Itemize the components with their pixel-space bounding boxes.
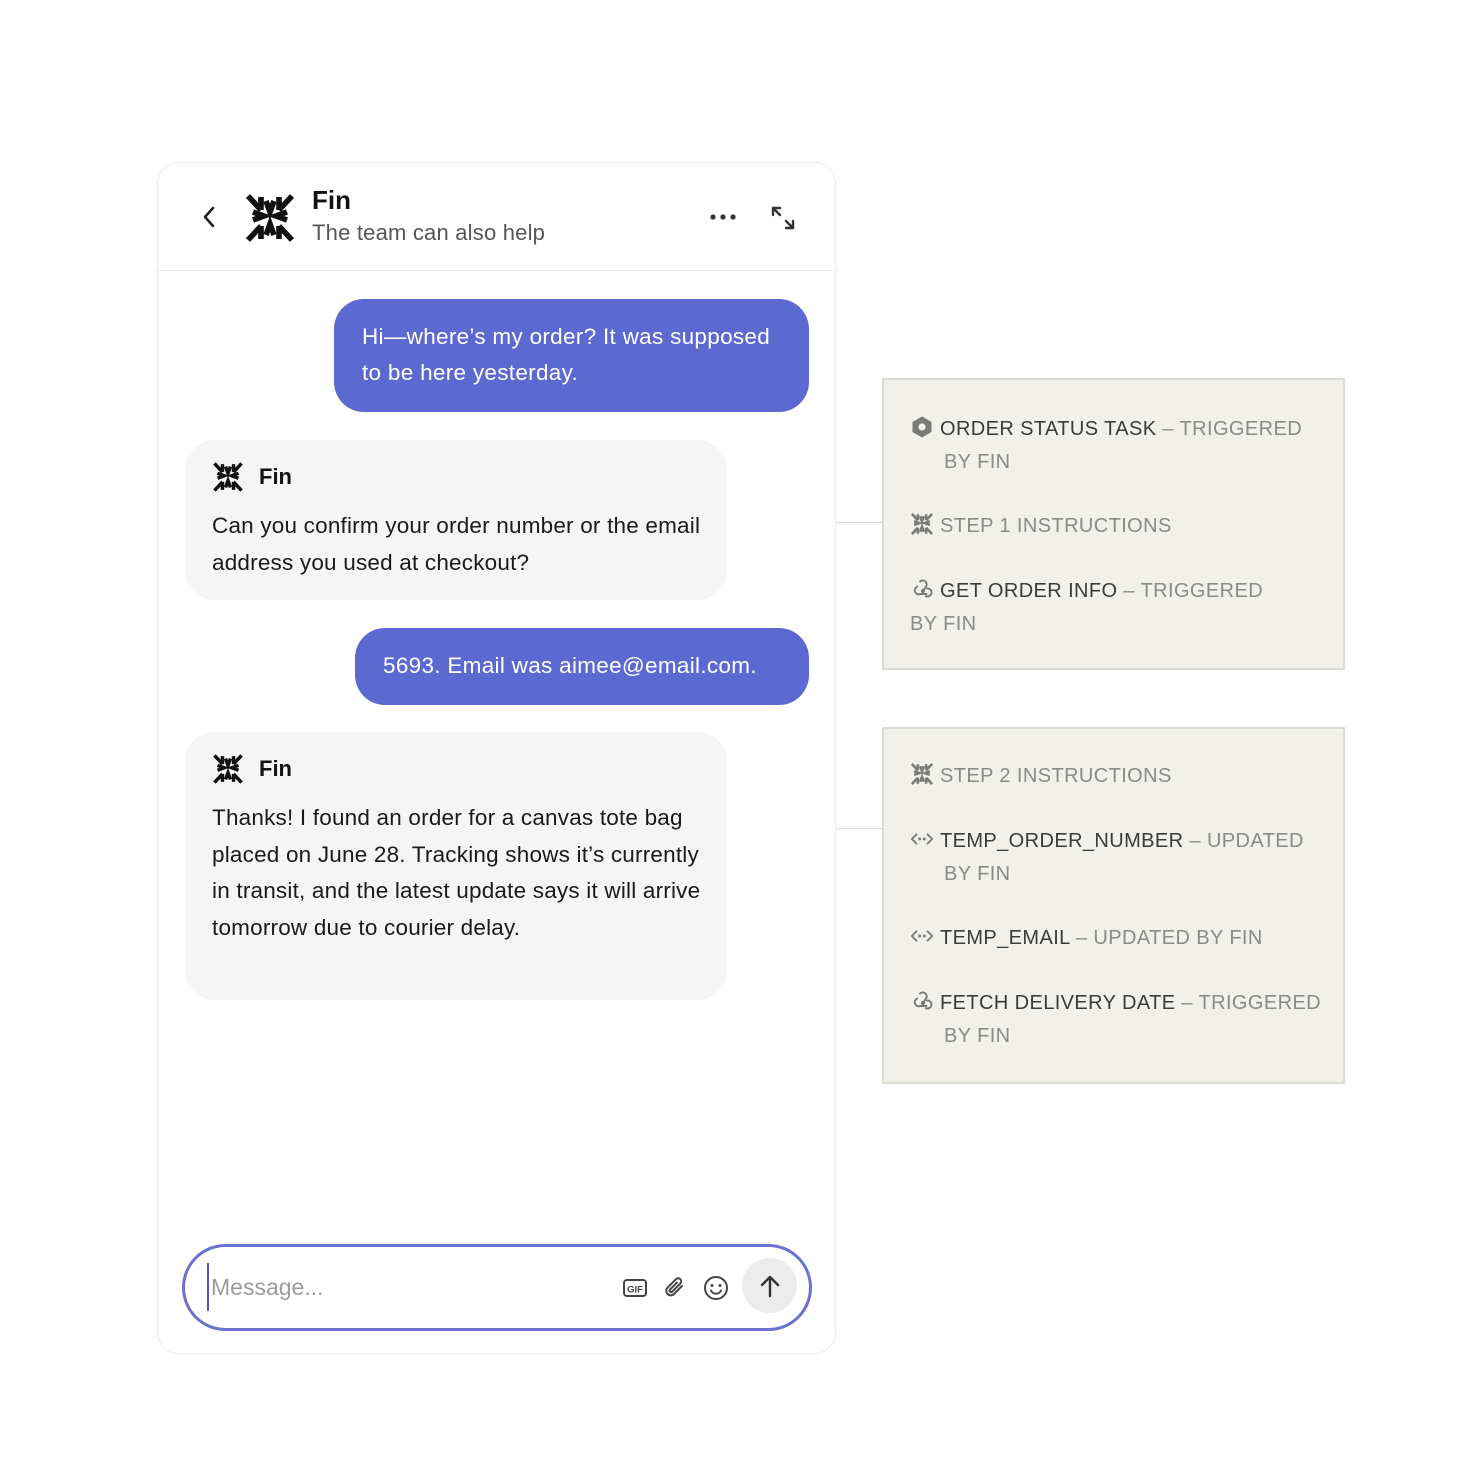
fin-logo-icon — [212, 753, 244, 785]
workflow-item: TEMP_ORDER_NUMBER – UPDATED BY FIN — [910, 825, 1310, 891]
paperclip-icon — [665, 1277, 683, 1297]
arrow-up-icon — [760, 1275, 779, 1297]
workflow-item: ORDER STATUS TASK – TRIGGERED BY FIN — [910, 413, 1335, 479]
gif-button[interactable]: GIF — [620, 1273, 650, 1303]
agent-title: Fin — [312, 185, 351, 215]
workflow-item: FETCH DELIVERY DATE – TRIGGERED BY FIN — [910, 987, 1335, 1053]
fin-logo-icon — [244, 192, 296, 244]
chat-header: Fin The team can also help — [158, 163, 835, 271]
expand-button[interactable] — [766, 201, 800, 235]
smiley-icon — [704, 1276, 728, 1300]
chat-window: Fin The team can also help Hi—where’s my… — [157, 162, 836, 1354]
attach-button[interactable] — [660, 1273, 690, 1303]
workflow-item: STEP 1 INSTRUCTIONS — [910, 510, 1335, 543]
workflow-panel: ORDER STATUS TASK – TRIGGERED BY FIN STE… — [882, 378, 1345, 670]
code-variable-icon — [910, 827, 934, 851]
chevron-left-icon — [203, 206, 215, 228]
emoji-button[interactable] — [701, 1273, 731, 1303]
more-options-button[interactable] — [703, 201, 743, 233]
hexagon-task-icon — [912, 416, 932, 438]
workflow-item: GET ORDER INFO – TRIGGERED BY FIN — [910, 575, 1270, 641]
webhook-icon — [910, 577, 934, 601]
bot-name: Fin — [259, 464, 292, 489]
bot-message-text: Thanks! I found an order for a canvas to… — [212, 805, 701, 940]
expand-icon — [771, 206, 795, 230]
connector-line — [836, 522, 883, 523]
bot-message-header: Fin — [212, 460, 292, 494]
bot-name: Fin — [259, 756, 292, 781]
workflow-panel: STEP 2 INSTRUCTIONS TEMP_ORDER_NUMBER – … — [882, 727, 1345, 1084]
user-message: 5693. Email was aimee@email.com. — [355, 628, 809, 705]
code-variable-icon — [910, 924, 934, 948]
svg-text:GIF: GIF — [627, 1285, 643, 1296]
workflow-item: STEP 2 INSTRUCTIONS — [910, 760, 1335, 793]
bot-message: Fin Can you confirm your order number or… — [185, 440, 727, 600]
back-button[interactable] — [196, 201, 222, 233]
fin-logo-icon — [910, 512, 934, 536]
bot-message-text: Can you confirm your order number or the… — [212, 513, 701, 575]
webhook-icon — [910, 989, 934, 1013]
fin-logo-icon — [910, 762, 934, 786]
gif-icon: GIF — [623, 1279, 647, 1297]
agent-subtitle: The team can also help — [312, 220, 546, 245]
bot-message-header: Fin — [212, 752, 292, 786]
ellipsis-icon — [710, 214, 736, 220]
fin-logo-icon — [212, 461, 244, 493]
message-input[interactable] — [207, 1263, 587, 1311]
send-button[interactable] — [742, 1258, 797, 1313]
connector-line — [836, 828, 883, 829]
user-message: Hi—where’s my order? It was supposed to … — [334, 299, 809, 412]
workflow-item: TEMP_EMAIL – UPDATED BY FIN — [910, 922, 1335, 955]
bot-message: Fin Thanks! I found an order for a canva… — [185, 732, 727, 1000]
message-composer: GIF — [182, 1244, 812, 1331]
